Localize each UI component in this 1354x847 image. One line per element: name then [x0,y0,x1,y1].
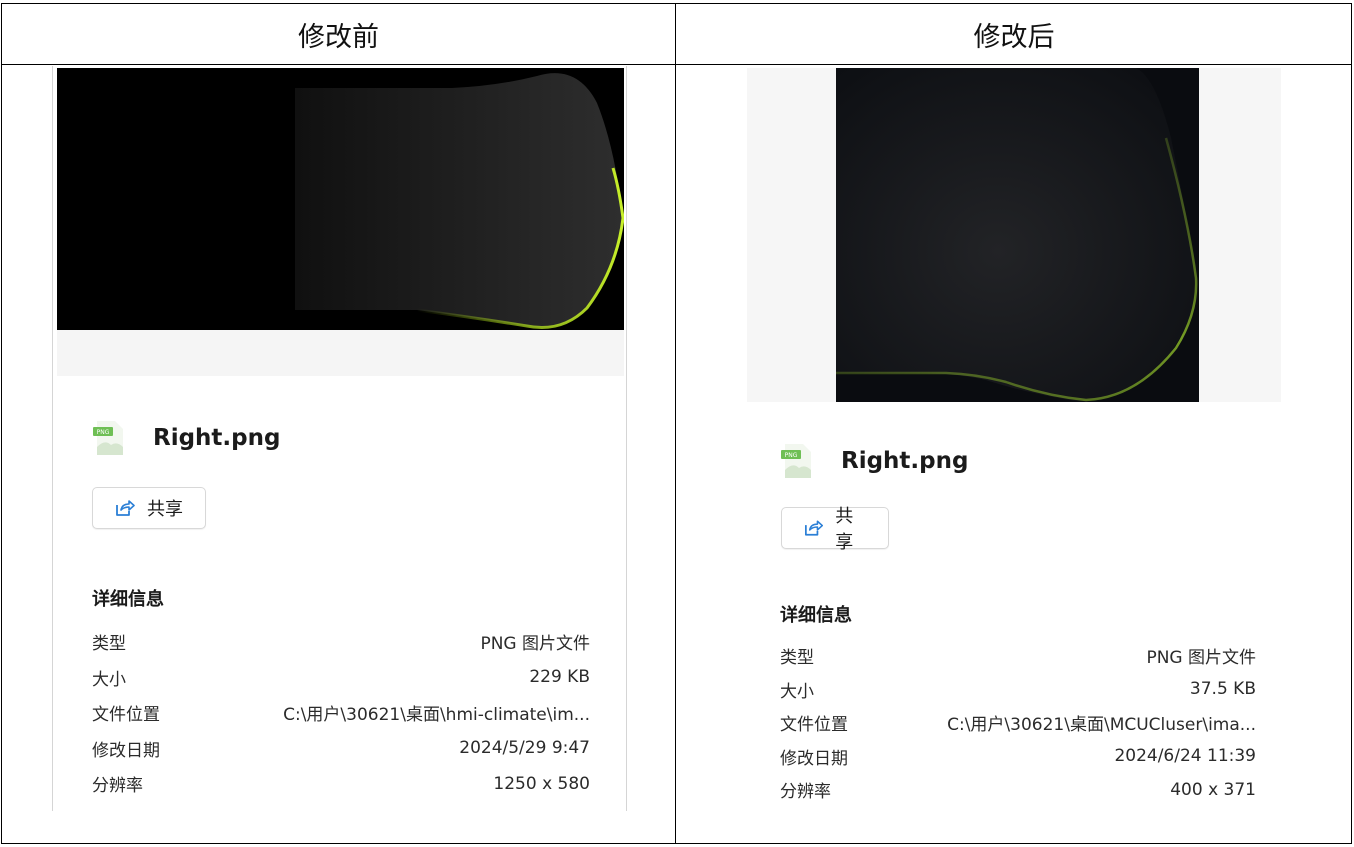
detail-key: 大小 [92,669,126,690]
detail-row-modified: 修改日期 2024/5/29 9:47 [92,731,590,767]
share-button[interactable]: 共享 [781,506,889,553]
details-list: 类型 PNG 图片文件 大小 37.5 KB 文件位置 C:\用户\30621\… [780,639,1256,807]
share-label: 共享 [147,499,183,520]
png-file-icon: PNG [93,421,123,455]
file-name-row: PNG Right.png [91,417,280,459]
detail-key: 修改日期 [780,748,848,769]
detail-key: 文件位置 [780,715,848,736]
file-name-row: PNG Right.png [779,440,968,482]
detail-row-location: 文件位置 C:\用户\30621\桌面\hmi-climate\im... [92,695,590,731]
detail-key: 修改日期 [92,740,160,761]
table-column-divider [675,3,676,844]
detail-value[interactable]: C:\用户\30621\桌面\hmi-climate\im... [283,700,590,725]
detail-value: PNG 图片文件 [1146,648,1256,669]
detail-value: 400 x 371 [1170,779,1256,800]
image-preview[interactable] [836,68,1199,402]
image-preview[interactable] [57,68,624,330]
file-details-panel-after: PNG Right.png 共享 详细信息 类型 PNG 图片文件 大小 37.… [747,66,1283,811]
details-title: 详细信息 [92,589,164,610]
share-icon [804,520,824,536]
detail-key: 大小 [780,681,814,702]
details-title: 详细信息 [780,605,852,626]
detail-row-size: 大小 37.5 KB [780,673,1256,707]
detail-row-type: 类型 PNG 图片文件 [780,639,1256,673]
detail-value: 1250 x 580 [493,773,590,794]
image-preview-area [747,68,1281,402]
share-icon [116,500,135,516]
detail-row-resolution: 分辨率 1250 x 580 [92,766,590,802]
detail-row-size: 大小 229 KB [92,660,590,696]
file-name: Right.png [153,425,281,451]
header-before: 修改前 [298,21,379,53]
svg-text:PNG: PNG [97,429,110,436]
detail-key: 类型 [92,634,126,655]
share-button[interactable]: 共享 [92,487,206,529]
detail-key: 文件位置 [92,705,160,726]
file-name: Right.png [841,448,969,474]
details-list: 类型 PNG 图片文件 大小 229 KB 文件位置 C:\用户\30621\桌… [92,624,590,802]
detail-value[interactable]: C:\用户\30621\桌面\MCUCluser\ima... [947,710,1256,735]
file-details-panel-before: PNG Right.png 共享 详细信息 类型 PNG 图片文件 大小 229… [52,66,627,811]
detail-key: 分辨率 [780,782,831,803]
png-file-icon: PNG [781,444,811,478]
detail-key: 类型 [780,648,814,669]
detail-row-modified: 修改日期 2024/6/24 11:39 [780,740,1256,774]
image-preview-area [57,68,624,376]
detail-value: 229 KB [529,667,590,688]
detail-value: PNG 图片文件 [480,634,590,655]
detail-key: 分辨率 [92,776,143,797]
detail-row-location: 文件位置 C:\用户\30621\桌面\MCUCluser\ima... [780,706,1256,740]
svg-text:PNG: PNG [785,452,798,459]
detail-row-type: 类型 PNG 图片文件 [92,624,590,660]
table-header-divider [1,64,1352,65]
detail-row-resolution: 分辨率 400 x 371 [780,773,1256,807]
detail-value: 2024/6/24 11:39 [1114,746,1256,767]
detail-value: 2024/5/29 9:47 [459,738,590,759]
header-after: 修改后 [973,21,1055,53]
share-label: 共享 [835,506,854,553]
detail-value: 37.5 KB [1189,679,1256,700]
